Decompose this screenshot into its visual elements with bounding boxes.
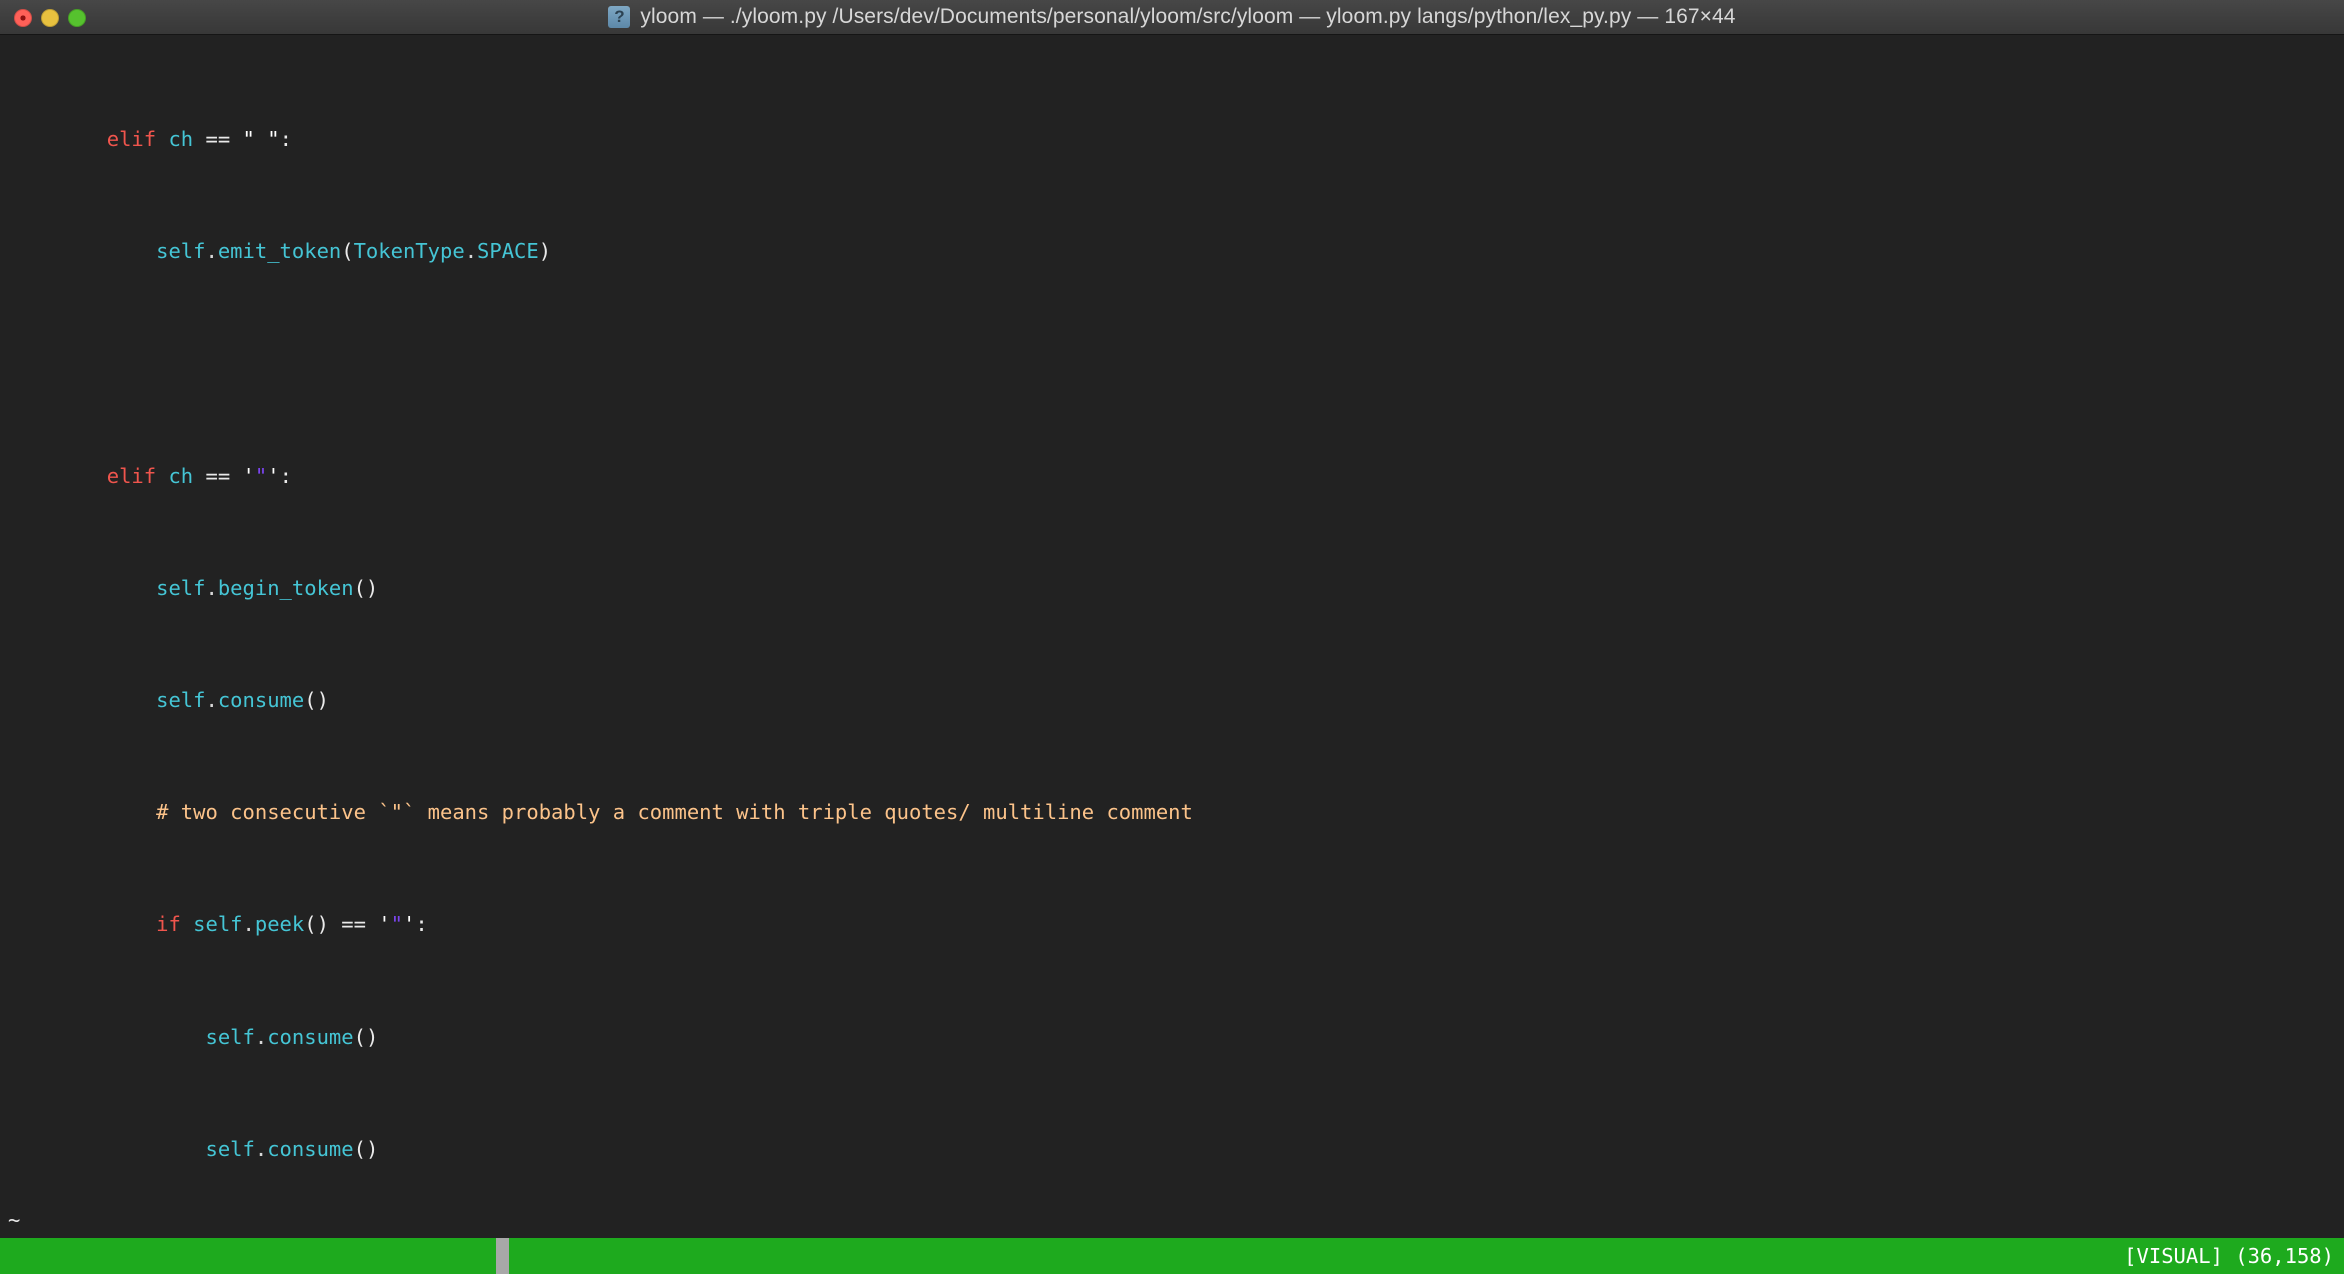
window-title: yloom — ./yloom.py /Users/dev/Documents/… [640, 5, 1736, 28]
terminal-window: yloom — ./yloom.py /Users/dev/Documents/… [0, 0, 2344, 1274]
minimize-button[interactable] [41, 8, 59, 27]
status-mode-position: [VISUAL] (36,158) [2124, 1244, 2334, 1268]
code-line: self.consume() [205, 1024, 379, 1049]
code-line: self.consume() [156, 688, 329, 713]
code-line: elif ch == '"': [106, 463, 292, 488]
maximize-button[interactable] [68, 8, 86, 27]
code-line-comment: # two consecutive `"` means probably a c… [156, 800, 1193, 825]
terminal-document-icon [608, 6, 631, 28]
code-line: if self.peek() == '"': [156, 912, 428, 937]
status-cursor-block [496, 1238, 509, 1274]
close-button[interactable] [14, 8, 32, 27]
code-line: self.begin_token() [156, 575, 379, 600]
window-title-group: yloom — ./yloom.py /Users/dev/Documents/… [0, 5, 2344, 29]
vim-status-bar: [VISUAL] (36,158) [0, 1238, 2344, 1274]
terminal-viewport[interactable]: elif ch == " ": self.emit_token(TokenTyp… [0, 35, 2344, 1238]
code-line: self.emit_token(TokenType.SPACE) [156, 239, 552, 264]
window-controls [14, 0, 86, 35]
window-titlebar[interactable]: yloom — ./yloom.py /Users/dev/Documents/… [0, 0, 2344, 35]
code-line: elif ch == " ": [106, 127, 292, 152]
code-buffer[interactable]: elif ch == " ": self.emit_token(TokenTyp… [0, 41, 2344, 1238]
code-line: self.consume() [205, 1136, 379, 1161]
empty-line-marker: ~ [8, 1207, 21, 1232]
